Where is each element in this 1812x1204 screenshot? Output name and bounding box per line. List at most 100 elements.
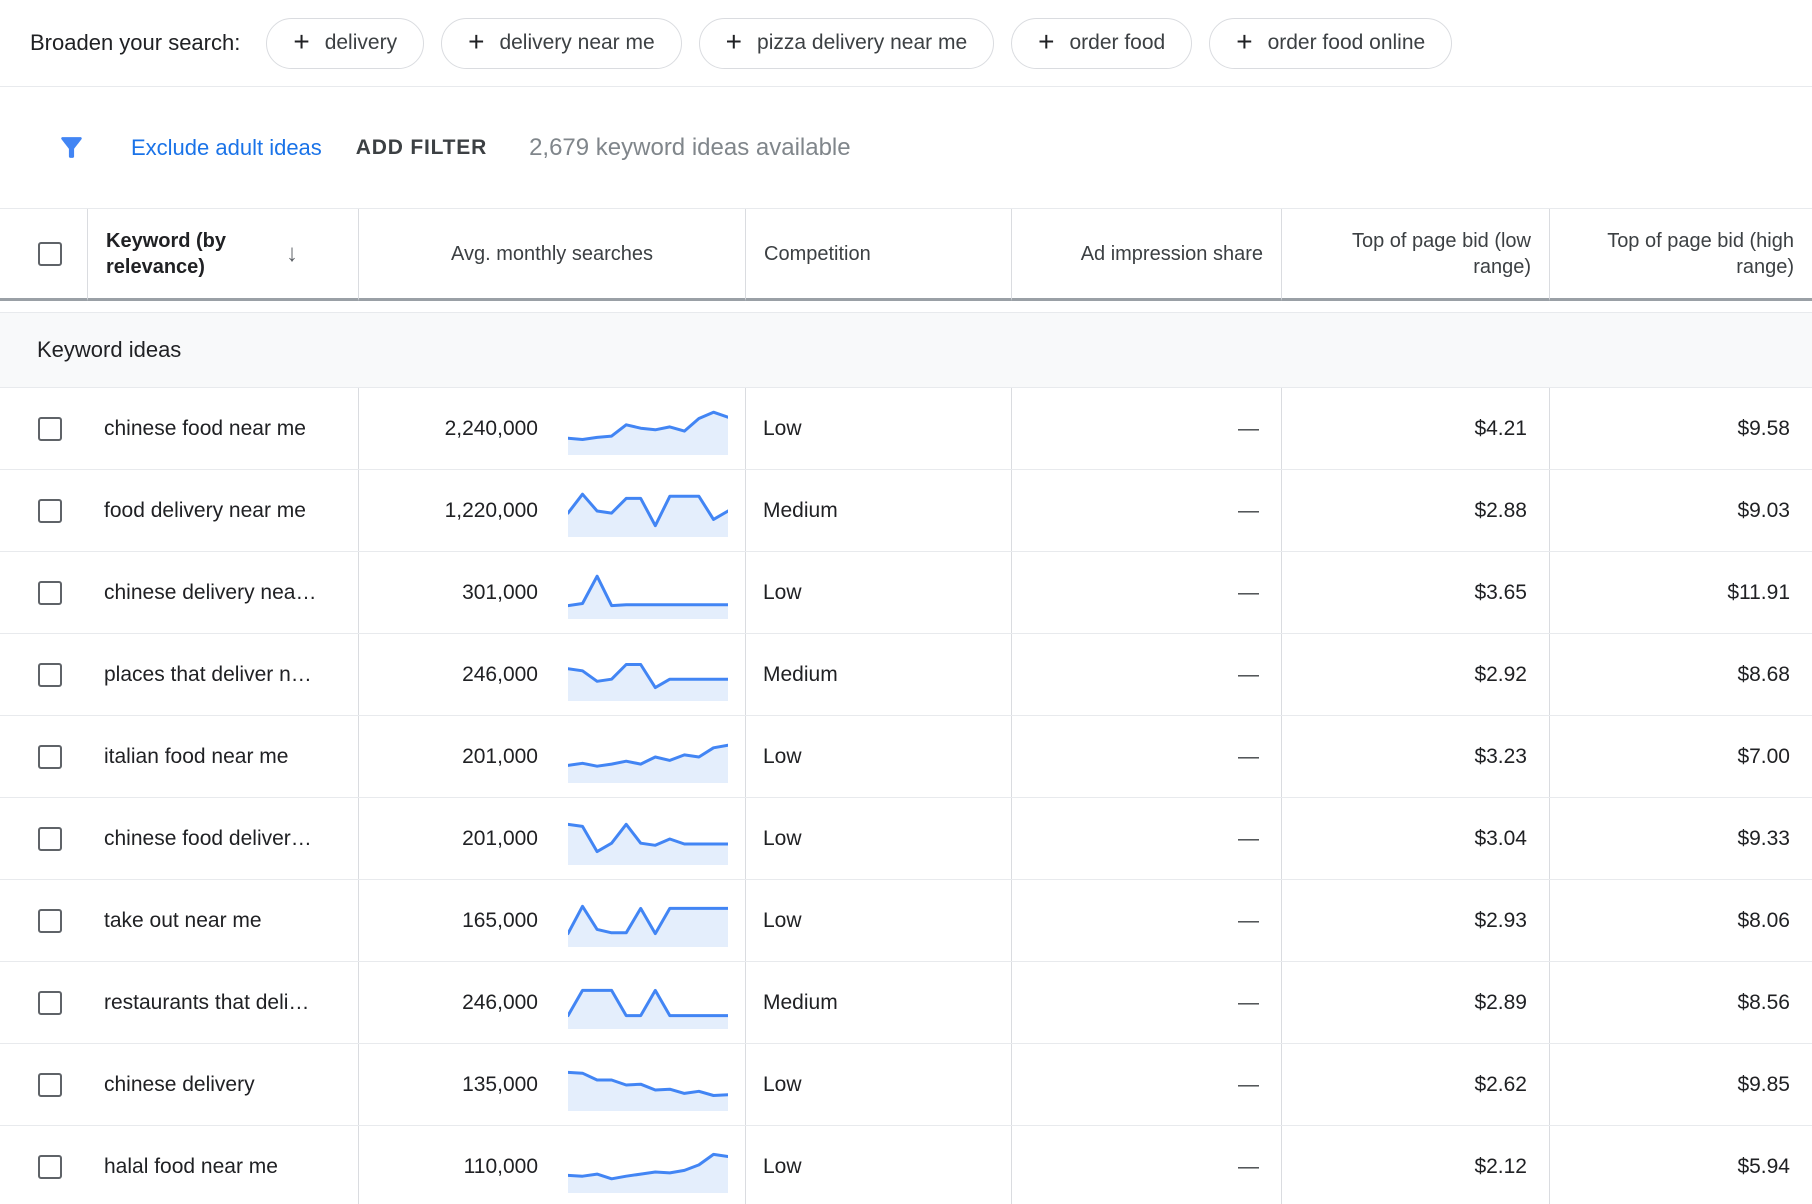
row-checkbox[interactable] bbox=[38, 909, 62, 933]
top-bid-high-cell: $9.58 bbox=[1549, 388, 1812, 469]
header-ad-impression-label: Ad impression share bbox=[1081, 241, 1263, 267]
row-checkbox[interactable] bbox=[38, 991, 62, 1015]
search-trend-sparkline bbox=[568, 649, 728, 701]
avg-searches-value: 110,000 bbox=[464, 1155, 538, 1179]
row-checkbox[interactable] bbox=[38, 499, 62, 523]
competition-value: Low bbox=[763, 909, 802, 933]
top-bid-high-cell: $5.94 bbox=[1549, 1126, 1812, 1204]
top-bid-low-value: $3.23 bbox=[1474, 745, 1527, 769]
pill-label: order food online bbox=[1268, 31, 1426, 55]
keyword-text: italian food near me bbox=[104, 745, 288, 769]
ad-impression-share-cell: — bbox=[1011, 1044, 1281, 1125]
top-bid-high-cell: $9.03 bbox=[1549, 470, 1812, 551]
keyword-text: chinese food near me bbox=[104, 417, 306, 441]
row-checkbox-cell bbox=[0, 1126, 87, 1204]
table-row: places that deliver n… 246,000 Medium — … bbox=[0, 634, 1812, 716]
top-bid-low-cell: $4.21 bbox=[1281, 388, 1549, 469]
broaden-pill[interactable]: + delivery bbox=[266, 18, 424, 69]
header-avg-monthly-searches[interactable]: Avg. monthly searches bbox=[358, 209, 745, 301]
plus-icon: + bbox=[293, 28, 309, 56]
competition-value: Medium bbox=[763, 991, 838, 1015]
table-row: chinese delivery nea… 301,000 Low — $3.6… bbox=[0, 552, 1812, 634]
competition-value: Low bbox=[763, 417, 802, 441]
row-checkbox[interactable] bbox=[38, 1155, 62, 1179]
avg-searches-cell: 2,240,000 bbox=[358, 388, 745, 469]
add-filter-button[interactable]: ADD FILTER bbox=[356, 136, 487, 160]
top-bid-high-cell: $8.06 bbox=[1549, 880, 1812, 961]
header-keyword[interactable]: Keyword (by relevance) ↓ bbox=[87, 209, 358, 301]
pill-label: pizza delivery near me bbox=[757, 31, 967, 55]
avg-searches-cell: 1,220,000 bbox=[358, 470, 745, 551]
keyword-cell: take out near me bbox=[87, 880, 358, 961]
top-bid-high-value: $7.00 bbox=[1737, 745, 1790, 769]
competition-value: Low bbox=[763, 581, 802, 605]
filter-bar: Exclude adult ideas ADD FILTER 2,679 key… bbox=[0, 87, 1812, 208]
row-checkbox[interactable] bbox=[38, 417, 62, 441]
row-checkbox[interactable] bbox=[38, 745, 62, 769]
top-bid-high-value: $9.85 bbox=[1737, 1073, 1790, 1097]
row-checkbox-cell bbox=[0, 634, 87, 715]
ad-impression-share-value: — bbox=[1238, 827, 1259, 851]
sort-desc-arrow-icon[interactable]: ↓ bbox=[286, 238, 298, 269]
avg-searches-value: 2,240,000 bbox=[445, 417, 538, 441]
top-bid-high-value: $9.58 bbox=[1737, 417, 1790, 441]
avg-searches-value: 1,220,000 bbox=[445, 499, 538, 523]
row-checkbox[interactable] bbox=[38, 827, 62, 851]
header-ad-impression-share[interactable]: Ad impression share bbox=[1011, 209, 1281, 301]
avg-searches-cell: 110,000 bbox=[358, 1126, 745, 1204]
avg-searches-cell: 246,000 bbox=[358, 634, 745, 715]
table-row: restaurants that deli… 246,000 Medium — … bbox=[0, 962, 1812, 1044]
ad-impression-share-cell: — bbox=[1011, 470, 1281, 551]
top-bid-low-value: $3.04 bbox=[1474, 827, 1527, 851]
competition-cell: Low bbox=[745, 1044, 1011, 1125]
select-all-checkbox[interactable] bbox=[38, 242, 62, 266]
broaden-pill[interactable]: + pizza delivery near me bbox=[699, 18, 994, 69]
row-checkbox[interactable] bbox=[38, 581, 62, 605]
competition-value: Medium bbox=[763, 499, 838, 523]
table-row: chinese food deliver… 201,000 Low — $3.0… bbox=[0, 798, 1812, 880]
search-trend-sparkline bbox=[568, 567, 728, 619]
broaden-pill[interactable]: + delivery near me bbox=[441, 18, 682, 69]
ad-impression-share-cell: — bbox=[1011, 880, 1281, 961]
avg-searches-value: 135,000 bbox=[462, 1073, 538, 1097]
ad-impression-share-cell: — bbox=[1011, 1126, 1281, 1204]
competition-value: Low bbox=[763, 745, 802, 769]
top-bid-low-cell: $2.12 bbox=[1281, 1126, 1549, 1204]
search-trend-sparkline bbox=[568, 731, 728, 783]
top-bid-low-value: $3.65 bbox=[1474, 581, 1527, 605]
row-checkbox-cell bbox=[0, 962, 87, 1043]
header-top-bid-high[interactable]: Top of page bid (high range) bbox=[1549, 209, 1812, 301]
broaden-pill[interactable]: + order food online bbox=[1209, 18, 1452, 69]
top-bid-low-value: $2.62 bbox=[1474, 1073, 1527, 1097]
keyword-cell: chinese delivery bbox=[87, 1044, 358, 1125]
top-bid-low-value: $2.93 bbox=[1474, 909, 1527, 933]
avg-searches-cell: 201,000 bbox=[358, 798, 745, 879]
avg-searches-cell: 246,000 bbox=[358, 962, 745, 1043]
row-checkbox[interactable] bbox=[38, 1073, 62, 1097]
row-checkbox-cell bbox=[0, 880, 87, 961]
top-bid-low-cell: $2.93 bbox=[1281, 880, 1549, 961]
avg-searches-value: 201,000 bbox=[462, 827, 538, 851]
keyword-text: food delivery near me bbox=[104, 499, 306, 523]
row-checkbox[interactable] bbox=[38, 663, 62, 687]
keyword-text: chinese food deliver… bbox=[104, 827, 312, 851]
plus-icon: + bbox=[1038, 28, 1054, 56]
broaden-pills: + delivery + delivery near me + pizza de… bbox=[266, 18, 1452, 69]
table-row: take out near me 165,000 Low — $2.93 $8.… bbox=[0, 880, 1812, 962]
top-bid-high-value: $8.68 bbox=[1737, 663, 1790, 687]
competition-cell: Low bbox=[745, 388, 1011, 469]
ad-impression-share-cell: — bbox=[1011, 962, 1281, 1043]
header-competition[interactable]: Competition bbox=[745, 209, 1011, 301]
top-bid-low-value: $2.12 bbox=[1474, 1155, 1527, 1179]
table-body: chinese food near me 2,240,000 Low — $4.… bbox=[0, 388, 1812, 1204]
top-bid-low-cell: $3.65 bbox=[1281, 552, 1549, 633]
top-bid-low-cell: $2.92 bbox=[1281, 634, 1549, 715]
keyword-cell: italian food near me bbox=[87, 716, 358, 797]
avg-searches-cell: 165,000 bbox=[358, 880, 745, 961]
top-bid-low-cell: $2.62 bbox=[1281, 1044, 1549, 1125]
broaden-pill[interactable]: + order food bbox=[1011, 18, 1192, 69]
competition-cell: Medium bbox=[745, 962, 1011, 1043]
top-bid-low-value: $2.88 bbox=[1474, 499, 1527, 523]
exclude-adult-ideas-link[interactable]: Exclude adult ideas bbox=[131, 135, 322, 161]
header-top-bid-low[interactable]: Top of page bid (low range) bbox=[1281, 209, 1549, 301]
